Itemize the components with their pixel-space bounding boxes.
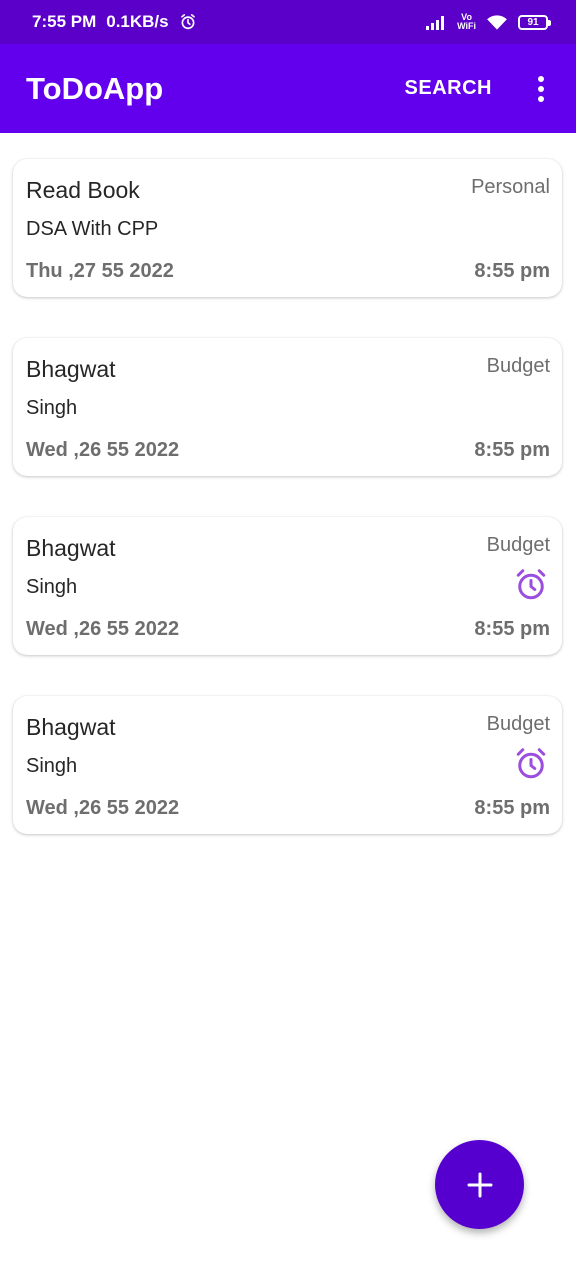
task-title: Bhagwat bbox=[26, 535, 116, 561]
task-card[interactable]: Bhagwat Budget Singh Wed ,26 55 2022 8:5… bbox=[13, 696, 562, 834]
status-bar: 7:55 PM 0.1KB/s Vo WiFi 91 bbox=[0, 0, 576, 44]
task-description: Singh bbox=[26, 576, 78, 598]
network-speed: 0.1KB/s bbox=[106, 12, 169, 31]
app-title: ToDoApp bbox=[26, 70, 164, 106]
vowifi-indicator: Vo WiFi bbox=[457, 13, 476, 31]
task-date: Thu ,27 55 2022 bbox=[26, 260, 174, 282]
battery-icon: 91 bbox=[518, 14, 551, 30]
status-right: Vo WiFi 91 bbox=[425, 0, 551, 44]
task-card[interactable]: Read Book Personal DSA With CPP Thu ,27 … bbox=[13, 159, 562, 297]
add-task-button[interactable] bbox=[435, 1140, 524, 1229]
plus-icon bbox=[467, 1172, 492, 1197]
status-time: 7:55 PM bbox=[32, 12, 97, 31]
status-left: 7:55 PM 0.1KB/s bbox=[32, 0, 197, 44]
alarm-status-icon bbox=[180, 14, 195, 30]
app-bar: ToDoApp SEARCH bbox=[0, 44, 576, 133]
task-date: Wed ,26 55 2022 bbox=[26, 618, 180, 640]
task-time: 8:55 pm bbox=[474, 439, 550, 461]
task-description: Singh bbox=[26, 755, 78, 777]
task-date: Wed ,26 55 2022 bbox=[26, 439, 180, 461]
vowifi-bottom: WiFi bbox=[457, 21, 476, 31]
more-vert-icon[interactable] bbox=[526, 44, 556, 133]
task-card[interactable]: Bhagwat Budget Singh Wed ,26 55 2022 8:5… bbox=[13, 517, 562, 655]
alarm-icon bbox=[516, 748, 546, 779]
task-category: Personal bbox=[471, 176, 550, 198]
task-description: DSA With CPP bbox=[26, 218, 159, 240]
task-title: Bhagwat bbox=[26, 356, 116, 382]
task-card[interactable]: Bhagwat Budget Singh Wed ,26 55 2022 8:5… bbox=[13, 338, 562, 476]
battery-level: 91 bbox=[527, 16, 539, 28]
wifi-icon bbox=[487, 15, 507, 30]
task-time: 8:55 pm bbox=[474, 618, 550, 640]
task-category: Budget bbox=[486, 713, 550, 735]
task-category: Budget bbox=[486, 355, 550, 377]
task-category: Budget bbox=[486, 534, 550, 556]
signal-icon bbox=[426, 16, 445, 30]
alarm-icon bbox=[516, 569, 546, 600]
task-time: 8:55 pm bbox=[474, 260, 550, 282]
task-time: 8:55 pm bbox=[474, 797, 550, 819]
task-title: Bhagwat bbox=[26, 714, 116, 740]
search-button[interactable]: SEARCH bbox=[405, 44, 492, 133]
task-title: Read Book bbox=[26, 177, 140, 203]
task-date: Wed ,26 55 2022 bbox=[26, 797, 180, 819]
task-description: Singh bbox=[26, 397, 78, 419]
